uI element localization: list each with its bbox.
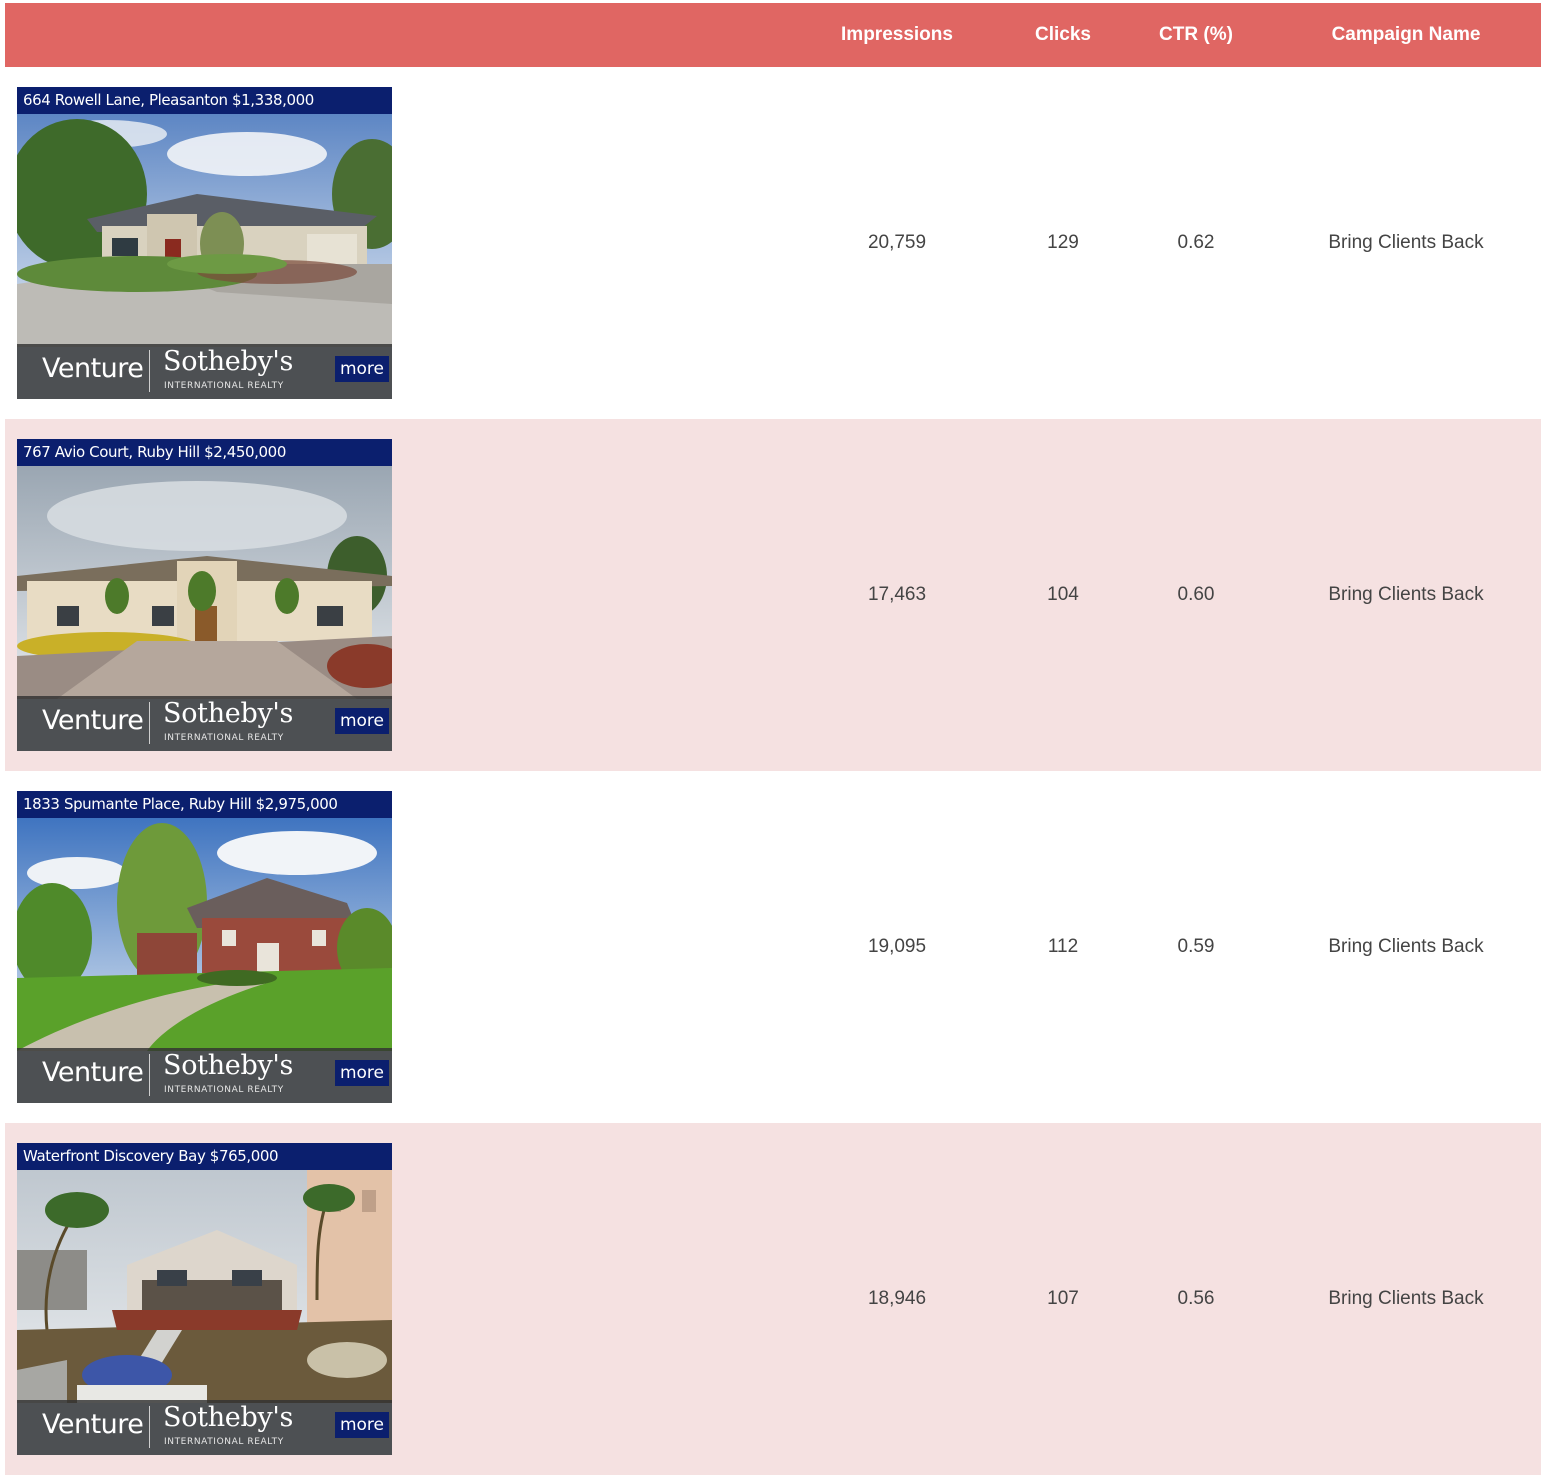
more-button[interactable]: more xyxy=(335,356,389,382)
ad-brand-bar: Venture Sotheby's INTERNATIONAL REALTY m… xyxy=(17,1048,392,1103)
header-campaign-name[interactable]: Campaign Name xyxy=(1288,3,1524,67)
ctr-cell: 0.56 xyxy=(1177,1288,1215,1309)
ctr-cell: 0.60 xyxy=(1177,584,1215,605)
ad-banner[interactable]: Waterfront Discovery Bay $765,000 Ventur… xyxy=(17,1143,392,1455)
sothebys-logo-text: Sotheby's xyxy=(163,1050,294,1081)
clicks-cell: 129 xyxy=(1047,232,1079,253)
impressions-cell: 19,095 xyxy=(867,936,927,957)
brand-divider xyxy=(149,1406,150,1448)
table-header: Impressions Clicks CTR (%) Campaign Name xyxy=(5,3,1541,67)
clicks-cell: 107 xyxy=(1047,1288,1079,1309)
ad-performance-table: Impressions Clicks CTR (%) Campaign Name… xyxy=(5,3,1541,1475)
brand-divider xyxy=(149,350,150,392)
venture-logo-text: Venture xyxy=(42,1409,144,1440)
clicks-cell: 112 xyxy=(1047,936,1079,957)
venture-logo-text: Venture xyxy=(42,1057,144,1088)
ad-banner[interactable]: 767 Avio Court, Ruby Hill $2,450,000 Ven… xyxy=(17,439,392,751)
more-button[interactable]: more xyxy=(335,708,389,734)
impressions-cell: 17,463 xyxy=(867,584,927,605)
listing-photo xyxy=(17,1170,392,1403)
campaign-name-cell: Bring Clients Back xyxy=(1328,1288,1484,1309)
more-button[interactable]: more xyxy=(335,1412,389,1438)
venture-logo-text: Venture xyxy=(42,353,144,384)
sothebys-subtitle: INTERNATIONAL REALTY xyxy=(164,1085,284,1095)
impressions-cell: 18,946 xyxy=(867,1288,927,1309)
sothebys-logo-text: Sotheby's xyxy=(163,346,294,377)
ad-listing-title: Waterfront Discovery Bay $765,000 xyxy=(17,1143,392,1170)
ad-brand-bar: Venture Sotheby's INTERNATIONAL REALTY m… xyxy=(17,696,392,751)
more-button[interactable]: more xyxy=(335,1060,389,1086)
sothebys-subtitle: INTERNATIONAL REALTY xyxy=(164,1437,284,1447)
impressions-cell: 20,759 xyxy=(867,232,927,253)
ad-banner[interactable]: 1833 Spumante Place, Ruby Hill $2,975,00… xyxy=(17,791,392,1103)
sothebys-subtitle: INTERNATIONAL REALTY xyxy=(164,381,284,391)
sothebys-logo-text: Sotheby's xyxy=(163,698,294,729)
venture-logo-text: Venture xyxy=(42,705,144,736)
brand-divider xyxy=(149,702,150,744)
table-row: 1833 Spumante Place, Ruby Hill $2,975,00… xyxy=(5,771,1541,1123)
header-impressions[interactable]: Impressions xyxy=(817,3,977,67)
table-row: 767 Avio Court, Ruby Hill $2,450,000 Ven… xyxy=(5,419,1541,771)
header-clicks[interactable]: Clicks xyxy=(1013,3,1113,67)
sothebys-subtitle: INTERNATIONAL REALTY xyxy=(164,733,284,743)
ctr-cell: 0.62 xyxy=(1177,232,1215,253)
ad-listing-title: 1833 Spumante Place, Ruby Hill $2,975,00… xyxy=(17,791,392,818)
ad-brand-bar: Venture Sotheby's INTERNATIONAL REALTY m… xyxy=(17,344,392,399)
listing-photo xyxy=(17,466,392,699)
campaign-name-cell: Bring Clients Back xyxy=(1328,232,1484,253)
ad-banner[interactable]: 664 Rowell Lane, Pleasanton $1,338,000 V… xyxy=(17,87,392,399)
clicks-cell: 104 xyxy=(1047,584,1079,605)
campaign-name-cell: Bring Clients Back xyxy=(1328,936,1484,957)
listing-photo xyxy=(17,114,392,347)
ctr-cell: 0.59 xyxy=(1177,936,1215,957)
ad-listing-title: 664 Rowell Lane, Pleasanton $1,338,000 xyxy=(17,87,392,114)
table-row: 664 Rowell Lane, Pleasanton $1,338,000 V… xyxy=(5,67,1541,419)
campaign-name-cell: Bring Clients Back xyxy=(1328,584,1484,605)
sothebys-logo-text: Sotheby's xyxy=(163,1402,294,1433)
listing-photo xyxy=(17,818,392,1051)
brand-divider xyxy=(149,1054,150,1096)
header-ctr[interactable]: CTR (%) xyxy=(1136,3,1256,67)
table-row: Waterfront Discovery Bay $765,000 Ventur… xyxy=(5,1123,1541,1475)
ad-brand-bar: Venture Sotheby's INTERNATIONAL REALTY m… xyxy=(17,1400,392,1455)
ad-listing-title: 767 Avio Court, Ruby Hill $2,450,000 xyxy=(17,439,392,466)
